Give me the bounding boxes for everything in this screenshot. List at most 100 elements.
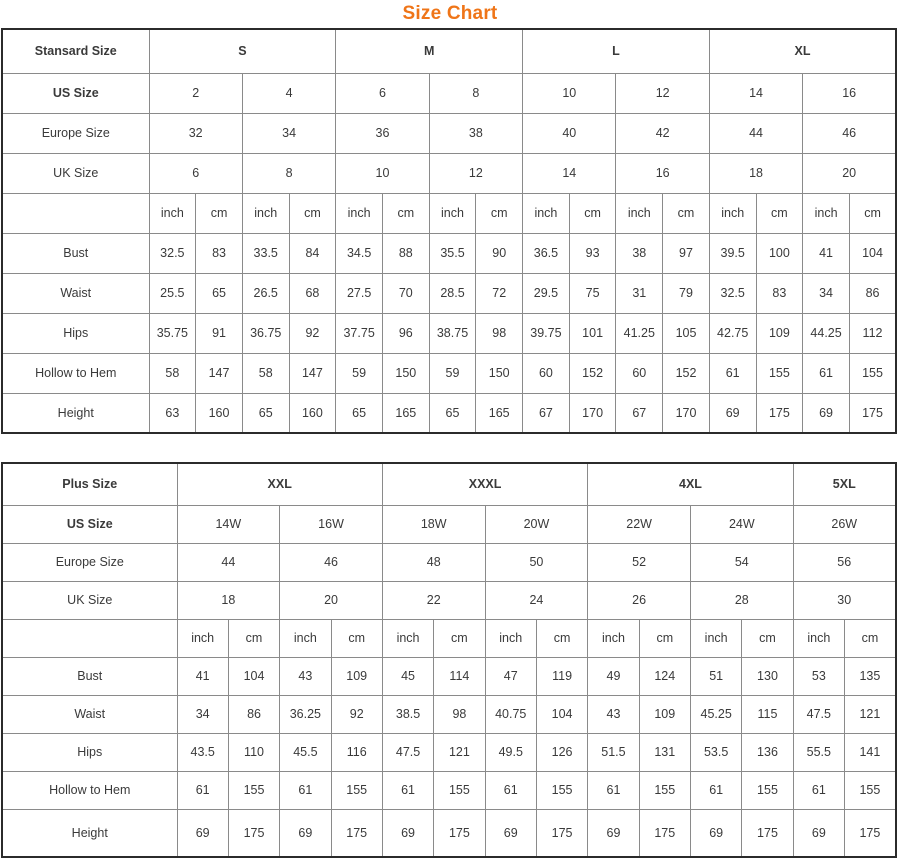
unit-plus-cm-5: cm <box>741 618 794 658</box>
cell-plus-uk-size-1: 20 <box>279 580 383 620</box>
table-row-waist: Waist 25.5 65 26.5 68 27.5 70 28.5 72 29… <box>1 272 897 314</box>
cell-height-cm-6: 175 <box>755 392 804 434</box>
cell-height-inch-5: 67 <box>615 392 664 434</box>
table-row-group-header-plus: Plus Size XXL XXXL 4XL 5XL <box>1 462 897 506</box>
cell-height-cm-0: 160 <box>195 392 243 434</box>
cell-plus-height-cm-5: 175 <box>741 808 794 858</box>
cell-hips-inch-6: 42.75 <box>708 312 757 354</box>
cell-hollow-inch-0: 58 <box>148 352 197 394</box>
cell-plus-europe-size-0: 44 <box>176 542 281 582</box>
row-label-uk-size-plus: UK Size <box>1 580 178 620</box>
cell-hollow-inch-4: 60 <box>522 352 570 394</box>
cell-plus-europe-size-5: 54 <box>689 542 794 582</box>
cell-plus-waist-cm-1: 92 <box>330 694 383 734</box>
cell-plus-hips-inch-5: 53.5 <box>689 732 743 772</box>
cell-plus-height-cm-4: 175 <box>638 808 691 858</box>
cell-plus-hollow-inch-1: 61 <box>279 770 332 810</box>
row-label-hollow-to-hem-plus: Hollow to Hem <box>1 770 178 810</box>
cell-uk-size-1: 8 <box>241 152 337 194</box>
cell-plus-hollow-cm-2: 155 <box>433 770 486 810</box>
cell-plus-bust-cm-1: 109 <box>330 656 383 696</box>
cell-us-size-1: 4 <box>241 72 337 114</box>
cell-hollow-cm-1: 147 <box>288 352 337 394</box>
cell-uk-size-7: 20 <box>802 152 897 194</box>
table-row-hollow-to-hem-plus: Hollow to Hem 61 155 61 155 61 155 61 15… <box>1 770 897 810</box>
cell-europe-size-6: 44 <box>708 112 804 154</box>
cell-plus-waist-cm-6: 121 <box>843 694 897 734</box>
cell-plus-height-cm-3: 175 <box>535 808 589 858</box>
cell-plus-us-size-6: 26W <box>792 504 897 544</box>
cell-hips-cm-3: 98 <box>475 312 524 354</box>
cell-hips-cm-0: 91 <box>195 312 243 354</box>
cell-plus-hollow-inch-4: 61 <box>587 770 640 810</box>
cell-waist-inch-4: 29.5 <box>522 272 570 314</box>
cell-plus-bust-cm-2: 114 <box>433 656 486 696</box>
cell-bust-inch-2: 34.5 <box>335 232 383 274</box>
cell-hips-cm-6: 109 <box>755 312 804 354</box>
row-label-europe-size-plus: Europe Size <box>1 542 178 582</box>
cell-uk-size-2: 10 <box>335 152 430 194</box>
unit-cm-5: cm <box>662 192 710 234</box>
unit-plus-cm-4: cm <box>638 618 691 658</box>
row-label-hips: Hips <box>1 312 150 354</box>
table-row-europe-size: Europe Size 32 34 36 38 40 42 44 46 <box>1 112 897 154</box>
cell-waist-cm-4: 75 <box>568 272 617 314</box>
cell-hollow-inch-6: 61 <box>708 352 757 394</box>
cell-plus-hips-cm-0: 110 <box>227 732 281 772</box>
cell-plus-us-size-3: 20W <box>484 504 589 544</box>
cell-plus-bust-inch-0: 41 <box>176 656 229 696</box>
cell-plus-waist-inch-1: 36.25 <box>279 694 332 734</box>
cell-hips-inch-2: 37.75 <box>335 312 383 354</box>
cell-hips-inch-4: 39.75 <box>522 312 570 354</box>
group-header-xxxl: XXXL <box>381 462 589 506</box>
cell-plus-waist-cm-5: 115 <box>741 694 794 734</box>
unit-plus-inch-0: inch <box>176 618 229 658</box>
cell-plus-us-size-2: 18W <box>381 504 486 544</box>
cell-bust-inch-3: 35.5 <box>428 232 477 274</box>
cell-plus-uk-size-3: 24 <box>484 580 589 620</box>
cell-hips-inch-1: 36.75 <box>241 312 290 354</box>
cell-plus-hollow-inch-3: 61 <box>484 770 537 810</box>
cell-bust-inch-0: 32.5 <box>148 232 197 274</box>
cell-plus-hollow-cm-4: 155 <box>638 770 691 810</box>
group-header-m: M <box>335 28 524 74</box>
cell-plus-waist-cm-4: 109 <box>638 694 691 734</box>
cell-hollow-cm-7: 155 <box>848 352 897 394</box>
group-header-4xl: 4XL <box>587 462 794 506</box>
cell-us-size-4: 10 <box>522 72 617 114</box>
cell-plus-europe-size-3: 50 <box>484 542 589 582</box>
unit-inch-1: inch <box>241 192 290 234</box>
cell-plus-height-inch-2: 69 <box>381 808 435 858</box>
cell-hips-inch-7: 44.25 <box>802 312 850 354</box>
cell-plus-hips-inch-2: 47.5 <box>381 732 435 772</box>
cell-hips-cm-7: 112 <box>848 312 897 354</box>
cell-plus-us-size-5: 24W <box>689 504 794 544</box>
cell-plus-waist-cm-3: 104 <box>535 694 589 734</box>
cell-uk-size-6: 18 <box>708 152 804 194</box>
unit-plus-inch-5: inch <box>689 618 743 658</box>
row-label-bust: Bust <box>1 232 150 274</box>
cell-hips-inch-0: 35.75 <box>148 312 197 354</box>
cell-us-size-3: 8 <box>428 72 524 114</box>
cell-waist-cm-5: 79 <box>662 272 710 314</box>
cell-height-inch-6: 69 <box>708 392 757 434</box>
cell-plus-height-cm-1: 175 <box>330 808 383 858</box>
cell-hollow-cm-2: 150 <box>381 352 430 394</box>
cell-plus-height-inch-0: 69 <box>176 808 229 858</box>
cell-plus-hollow-cm-6: 155 <box>843 770 897 810</box>
cell-europe-size-1: 34 <box>241 112 337 154</box>
unit-inch-3: inch <box>428 192 477 234</box>
cell-hollow-cm-4: 152 <box>568 352 617 394</box>
cell-height-cm-2: 165 <box>381 392 430 434</box>
cell-waist-cm-2: 70 <box>381 272 430 314</box>
unit-inch-4: inch <box>522 192 570 234</box>
cell-waist-cm-0: 65 <box>195 272 243 314</box>
cell-europe-size-5: 42 <box>615 112 710 154</box>
unit-plus-inch-4: inch <box>587 618 640 658</box>
cell-waist-cm-6: 83 <box>755 272 804 314</box>
unit-cm-1: cm <box>288 192 337 234</box>
unit-plus-cm-1: cm <box>330 618 383 658</box>
cell-uk-size-3: 12 <box>428 152 524 194</box>
cell-plus-hips-inch-6: 55.5 <box>792 732 846 772</box>
cell-plus-hollow-inch-5: 61 <box>689 770 743 810</box>
